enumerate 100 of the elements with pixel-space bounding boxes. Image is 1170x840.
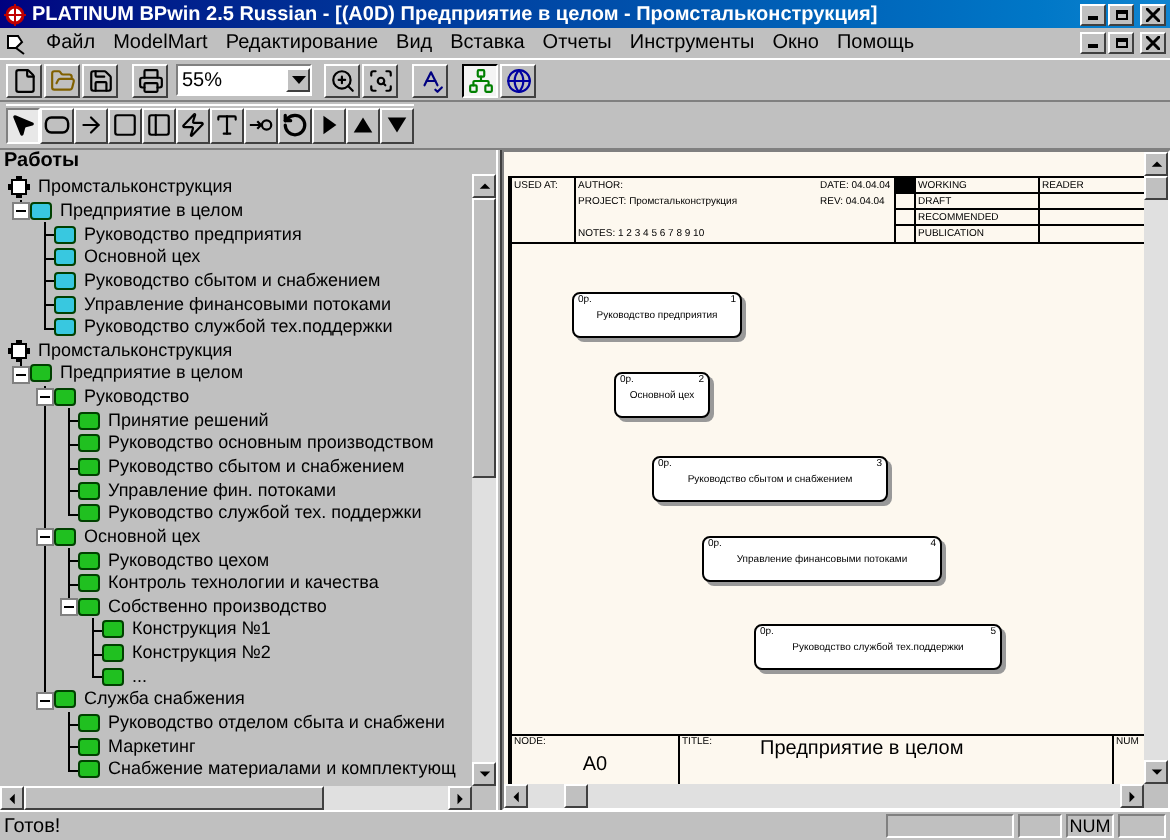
horizontal-scrollbar[interactable] bbox=[0, 786, 472, 810]
menu-item[interactable]: Отчеты bbox=[542, 28, 612, 58]
tree-item[interactable]: Контроль технологии и качества bbox=[108, 574, 379, 593]
tree-item[interactable]: Служба снабжения bbox=[84, 690, 245, 709]
spell-button[interactable] bbox=[412, 63, 448, 97]
scroll-up-button[interactable] bbox=[1144, 152, 1168, 176]
menu-item[interactable]: Вставка bbox=[450, 28, 525, 58]
up-tool-button[interactable] bbox=[346, 107, 380, 143]
tree-item[interactable]: Управление фин. потоками bbox=[108, 481, 336, 500]
tree-item[interactable]: Основной цех bbox=[84, 248, 201, 267]
scroll-thumb[interactable] bbox=[1144, 176, 1168, 200]
tree-item[interactable]: Собственно производство bbox=[108, 597, 327, 616]
status-panel bbox=[886, 814, 1014, 838]
right-tool-button[interactable] bbox=[312, 107, 346, 143]
menu-item[interactable]: Помощь bbox=[836, 28, 915, 58]
collapse-box[interactable] bbox=[36, 691, 54, 710]
menu-item[interactable]: ModelMart bbox=[113, 28, 208, 58]
scroll-thumb[interactable] bbox=[564, 784, 588, 808]
restore-button[interactable] bbox=[1108, 32, 1134, 54]
scroll-left-button[interactable] bbox=[504, 784, 528, 808]
tree-item[interactable]: Маркетинг bbox=[108, 737, 196, 756]
arrow-tool-button[interactable] bbox=[74, 107, 108, 143]
status-text: Готов! bbox=[4, 813, 63, 840]
tree-item[interactable]: Руководство службой тех. поддержки bbox=[108, 504, 422, 523]
save-button[interactable] bbox=[82, 63, 118, 97]
scroll-down-button[interactable] bbox=[1144, 760, 1168, 784]
collapse-box[interactable] bbox=[12, 202, 30, 221]
scroll-right-button[interactable] bbox=[1120, 784, 1144, 808]
scroll-thumb[interactable] bbox=[24, 786, 324, 810]
triangle-up-icon bbox=[477, 179, 491, 193]
tree-item[interactable]: Руководство службой тех.поддержки bbox=[84, 318, 393, 337]
menu-item[interactable]: Редактирование bbox=[225, 28, 379, 58]
tree-item[interactable]: Руководство предприятия bbox=[84, 225, 302, 244]
app-icon bbox=[4, 3, 26, 25]
status-panel bbox=[1118, 814, 1166, 838]
tree-item[interactable]: ... bbox=[132, 667, 148, 686]
tree-item[interactable]: Промстальконструкция bbox=[38, 341, 233, 360]
tree-item[interactable]: Принятие решений bbox=[108, 411, 269, 430]
menu-item[interactable]: Окно bbox=[772, 28, 819, 58]
scroll-right-button[interactable] bbox=[448, 786, 472, 810]
activity-icon bbox=[78, 458, 100, 476]
tree-item[interactable]: Основной цех bbox=[84, 527, 201, 546]
tree-item[interactable]: Управление финансовыми потоками bbox=[84, 295, 392, 314]
zoom-in-button[interactable] bbox=[324, 63, 360, 97]
tree-item[interactable]: Конструкция №2 bbox=[132, 644, 271, 663]
panel-tool-button[interactable] bbox=[142, 107, 176, 143]
zoom-fit-button[interactable] bbox=[362, 63, 398, 97]
tree-item[interactable]: Предприятие в целом bbox=[60, 201, 244, 220]
collapse-box[interactable] bbox=[12, 365, 30, 384]
square-tool-button[interactable] bbox=[108, 107, 142, 143]
menu-item[interactable]: Вид bbox=[396, 28, 433, 58]
minimize-button[interactable] bbox=[1080, 3, 1106, 25]
tree-item[interactable]: Предприятие в целом bbox=[60, 364, 244, 383]
activity-icon bbox=[54, 318, 76, 337]
squiggle-tool-button[interactable] bbox=[176, 107, 210, 143]
panel-icon bbox=[146, 112, 172, 138]
activity-icon bbox=[78, 411, 100, 430]
tree-item[interactable]: Промстальконструкция bbox=[38, 178, 233, 197]
open-button[interactable] bbox=[44, 63, 80, 97]
tree-item[interactable]: Руководство основным производством bbox=[108, 434, 434, 453]
tree-item[interactable]: Руководство bbox=[84, 388, 190, 407]
down-tool-button[interactable] bbox=[380, 107, 414, 143]
collapse-box[interactable] bbox=[36, 388, 54, 407]
triangle-down-icon bbox=[1149, 765, 1163, 779]
tree-item[interactable]: Руководство цехом bbox=[108, 551, 270, 570]
activity-icon bbox=[54, 690, 76, 709]
tree-item[interactable]: Конструкция №1 bbox=[132, 620, 271, 639]
scroll-thumb[interactable] bbox=[472, 198, 496, 478]
horizontal-scrollbar[interactable] bbox=[504, 784, 1144, 808]
zoom-combo[interactable]: 55% bbox=[176, 64, 312, 96]
text-tool-button[interactable] bbox=[210, 107, 244, 143]
menu-item[interactable]: Инструменты bbox=[629, 28, 755, 58]
restore-button[interactable] bbox=[1108, 3, 1134, 25]
new-button[interactable] bbox=[6, 63, 42, 97]
scroll-up-button[interactable] bbox=[472, 174, 496, 198]
close-button[interactable] bbox=[1140, 3, 1166, 25]
collapse-box[interactable] bbox=[60, 598, 78, 617]
tree-item[interactable]: Руководство отделом сбыта и снабжени bbox=[108, 714, 445, 733]
vertical-scrollbar[interactable] bbox=[1144, 152, 1168, 784]
zoom-fit-icon bbox=[367, 67, 393, 93]
tree-item[interactable]: Руководство сбытом и снабжением bbox=[84, 271, 381, 290]
tree-button[interactable] bbox=[462, 63, 498, 97]
pointer-tool-button[interactable] bbox=[6, 107, 40, 143]
menu-item[interactable]: Файл bbox=[46, 28, 96, 58]
print-button[interactable] bbox=[132, 63, 168, 97]
scroll-down-button[interactable] bbox=[472, 762, 496, 786]
zoom-in-icon bbox=[329, 67, 355, 93]
activity-tool-button[interactable] bbox=[40, 107, 74, 143]
vertical-scrollbar[interactable] bbox=[472, 174, 496, 786]
collapse-box[interactable] bbox=[36, 528, 54, 547]
tree-item[interactable]: Снабжение материалами и комплектующ bbox=[108, 760, 456, 779]
globe-button[interactable] bbox=[500, 63, 536, 97]
tunnel-tool-button[interactable] bbox=[244, 107, 278, 143]
rotate-tool-button[interactable] bbox=[278, 107, 312, 143]
activity-icon bbox=[78, 481, 100, 500]
close-button[interactable] bbox=[1140, 32, 1166, 54]
scroll-left-button[interactable] bbox=[0, 786, 24, 810]
activity-icon bbox=[54, 248, 76, 267]
minimize-button[interactable] bbox=[1080, 32, 1106, 54]
tree-item[interactable]: Руководство сбытом и снабжением bbox=[108, 458, 405, 476]
